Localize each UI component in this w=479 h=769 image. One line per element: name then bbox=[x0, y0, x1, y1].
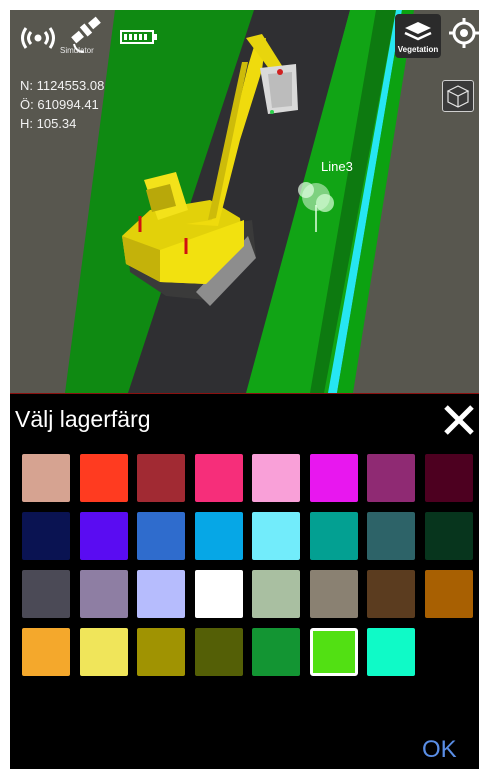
color-swatch[interactable] bbox=[309, 570, 358, 618]
scene-render bbox=[10, 10, 479, 393]
color-swatch[interactable] bbox=[424, 512, 473, 560]
layer-color-dialog: Välj lagerfärg OK bbox=[10, 393, 479, 769]
east-coordinate: Ö: 610994.41 bbox=[20, 97, 99, 112]
color-swatch[interactable] bbox=[79, 628, 128, 676]
color-swatch[interactable] bbox=[367, 454, 415, 502]
color-swatch[interactable] bbox=[137, 628, 185, 676]
dialog-title: Välj lagerfärg bbox=[15, 406, 151, 432]
coordinate-readout: N: 1124553.08 Ö: 610994.41 H: 105.34 bbox=[20, 76, 104, 133]
battery-icon bbox=[120, 30, 157, 44]
color-swatch[interactable] bbox=[194, 512, 243, 560]
color-swatch[interactable] bbox=[309, 454, 358, 502]
map-3d-viewport[interactable]: Simulator N: 1124553.08 Ö: 610994.41 H: … bbox=[10, 10, 479, 393]
color-swatch[interactable] bbox=[79, 454, 128, 502]
ok-button[interactable]: OK bbox=[422, 736, 457, 764]
color-swatch[interactable] bbox=[22, 628, 70, 676]
view-cube-button[interactable] bbox=[442, 80, 474, 112]
vegetation-layer-button[interactable]: Vegetation bbox=[395, 14, 441, 58]
color-swatch[interactable] bbox=[252, 628, 300, 676]
color-swatch[interactable] bbox=[252, 454, 300, 502]
color-swatch[interactable] bbox=[137, 512, 185, 560]
color-swatch[interactable] bbox=[194, 570, 243, 618]
cube-icon bbox=[446, 85, 470, 108]
color-swatch[interactable] bbox=[367, 628, 415, 676]
color-swatch[interactable] bbox=[252, 512, 300, 560]
satellite-label: Simulator bbox=[60, 46, 94, 55]
color-swatch[interactable] bbox=[194, 628, 243, 676]
color-swatch[interactable] bbox=[137, 454, 185, 502]
color-swatch[interactable] bbox=[22, 454, 70, 502]
color-swatch[interactable] bbox=[194, 454, 243, 502]
color-swatch[interactable] bbox=[252, 570, 300, 618]
color-swatch[interactable] bbox=[22, 570, 70, 618]
crosshair-icon[interactable] bbox=[449, 16, 479, 50]
vegetation-label: Vegetation bbox=[397, 45, 439, 54]
line-label: Line3 bbox=[321, 159, 353, 174]
color-swatch[interactable] bbox=[79, 512, 128, 560]
north-coordinate: N: 1124553.08 bbox=[20, 78, 105, 93]
color-swatch[interactable] bbox=[309, 512, 358, 560]
color-swatch[interactable] bbox=[79, 570, 128, 618]
color-swatch[interactable] bbox=[424, 454, 473, 502]
color-swatch-selected[interactable] bbox=[309, 628, 358, 676]
height-coordinate: H: 105.34 bbox=[20, 116, 77, 131]
close-icon[interactable] bbox=[442, 403, 476, 437]
color-swatch[interactable] bbox=[22, 512, 70, 560]
app-window: Simulator N: 1124553.08 Ö: 610994.41 H: … bbox=[10, 10, 479, 769]
signal-icon bbox=[21, 27, 55, 49]
color-swatch[interactable] bbox=[137, 570, 185, 618]
color-swatch[interactable] bbox=[367, 570, 415, 618]
color-swatch[interactable] bbox=[424, 570, 473, 618]
color-swatch[interactable] bbox=[367, 512, 415, 560]
